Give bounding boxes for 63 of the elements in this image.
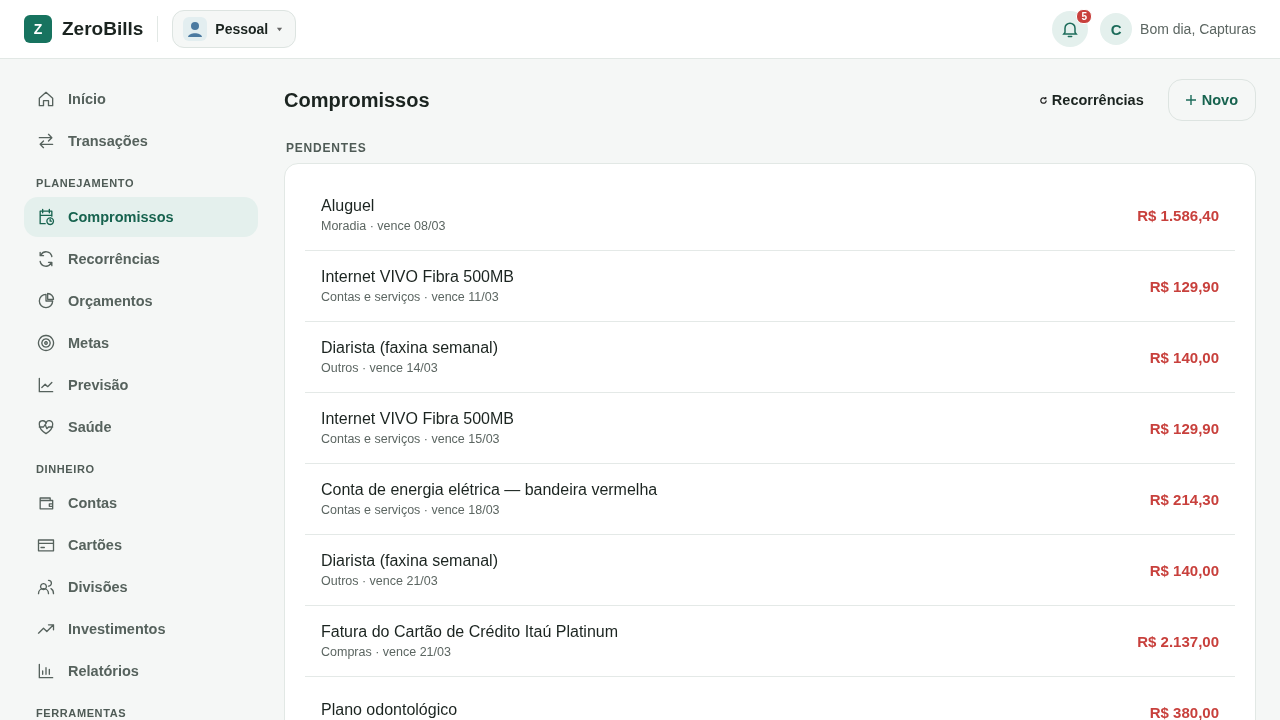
commitment-amount: R$ 380,00 — [1149, 703, 1219, 720]
section-heading: PENDENTES — [286, 141, 368, 155]
users-icon — [36, 577, 56, 597]
sidebar-item[interactable]: Previsão — [24, 365, 258, 405]
commitment-amount: R$ 1.586,40 — [1137, 206, 1219, 224]
sidebar-item[interactable]: Transações — [24, 121, 258, 161]
notification-count: 5 — [1076, 9, 1093, 24]
plus-icon — [1185, 95, 1196, 105]
sidebar-item[interactable]: Recorrências — [24, 239, 258, 279]
app-name: ZeroBills — [62, 18, 144, 40]
greeting: Bom dia, Capturas — [1140, 21, 1256, 37]
target-icon — [36, 333, 56, 353]
commitment-detail: Contas e serviços · vence 11/03 — [321, 290, 500, 304]
commitment-amount: R$ 129,90 — [1149, 277, 1219, 295]
commitment-name: Diarista (faxina semanal) — [321, 339, 498, 357]
sidebar-item[interactable]: Investimentos — [24, 609, 258, 649]
sidebar-item[interactable]: Compromissos — [24, 197, 258, 237]
commitment-amount: R$ 2.137,00 — [1137, 632, 1219, 650]
commitment-name: Fatura do Cartão de Crédito Itaú Platinum — [321, 623, 619, 641]
heart-icon — [36, 417, 56, 437]
commitment-amount: R$ 140,00 — [1149, 561, 1219, 579]
commitment-detail: Outros · vence 14/03 — [321, 361, 439, 375]
pie-icon — [36, 291, 56, 311]
commitment-detail: Outros · vence 21/03 — [321, 574, 439, 588]
sidebar-item[interactable]: Metas — [24, 323, 258, 363]
commitment-name: Plano odontológico — [321, 701, 458, 719]
logo-icon: Z — [24, 15, 52, 43]
sidebar-item[interactable]: Saúde — [24, 407, 258, 447]
refresh-icon — [1038, 95, 1048, 105]
bars-icon — [36, 661, 56, 681]
commitment-amount: R$ 129,90 — [1149, 419, 1219, 437]
commitment-amount: R$ 140,00 — [1149, 348, 1219, 366]
section-heading: PLANEJAMENTO — [35, 176, 136, 191]
person-icon — [183, 17, 208, 41]
page-title: Compromissos — [284, 88, 430, 112]
swap-icon — [36, 131, 56, 151]
commitment-detail: Compras · vence 21/03 — [321, 645, 452, 659]
user-avatar[interactable]: C — [1100, 13, 1133, 45]
sidebar-item[interactable]: Cartões — [24, 525, 258, 565]
commitment-name: Aluguel — [321, 197, 376, 215]
section-heading: FERRAMENTAS — [35, 706, 128, 720]
sidebar-item[interactable]: Contas — [24, 483, 258, 523]
recurrences-link[interactable]: Recorrências — [1038, 92, 1144, 108]
sidebar-item[interactable]: Início — [24, 79, 258, 119]
notifications-button[interactable]: 5 — [1052, 11, 1089, 47]
new-button[interactable]: Novo — [1167, 79, 1256, 121]
commitment-name: Diarista (faxina semanal) — [321, 552, 498, 570]
commitment-name: Internet VIVO Fibra 500MB — [321, 410, 514, 428]
commitment-detail: Contas e serviços · vence 18/03 — [321, 503, 501, 517]
home-icon — [36, 89, 56, 109]
commitment-name: Internet VIVO Fibra 500MB — [321, 268, 514, 286]
commitment-detail: Moradia · vence 08/03 — [321, 219, 446, 233]
refresh-icon — [36, 249, 56, 269]
caret-icon — [276, 25, 284, 33]
sidebar-item[interactable]: Orçamentos — [24, 281, 258, 321]
section-heading: DINHEIRO — [35, 462, 96, 477]
profile-switcher[interactable]: Pessoal — [172, 10, 297, 48]
commitment-name: Conta de energia elétrica — bandeira vermelha — [321, 481, 658, 499]
sidebar-item[interactable]: Relatórios — [24, 651, 258, 691]
chart-icon — [36, 375, 56, 395]
commitment-detail: Contas e serviços · vence 15/03 — [321, 432, 501, 446]
sidebar-item[interactable]: Divisões — [24, 567, 258, 607]
commitment-amount: R$ 214,30 — [1149, 490, 1219, 508]
